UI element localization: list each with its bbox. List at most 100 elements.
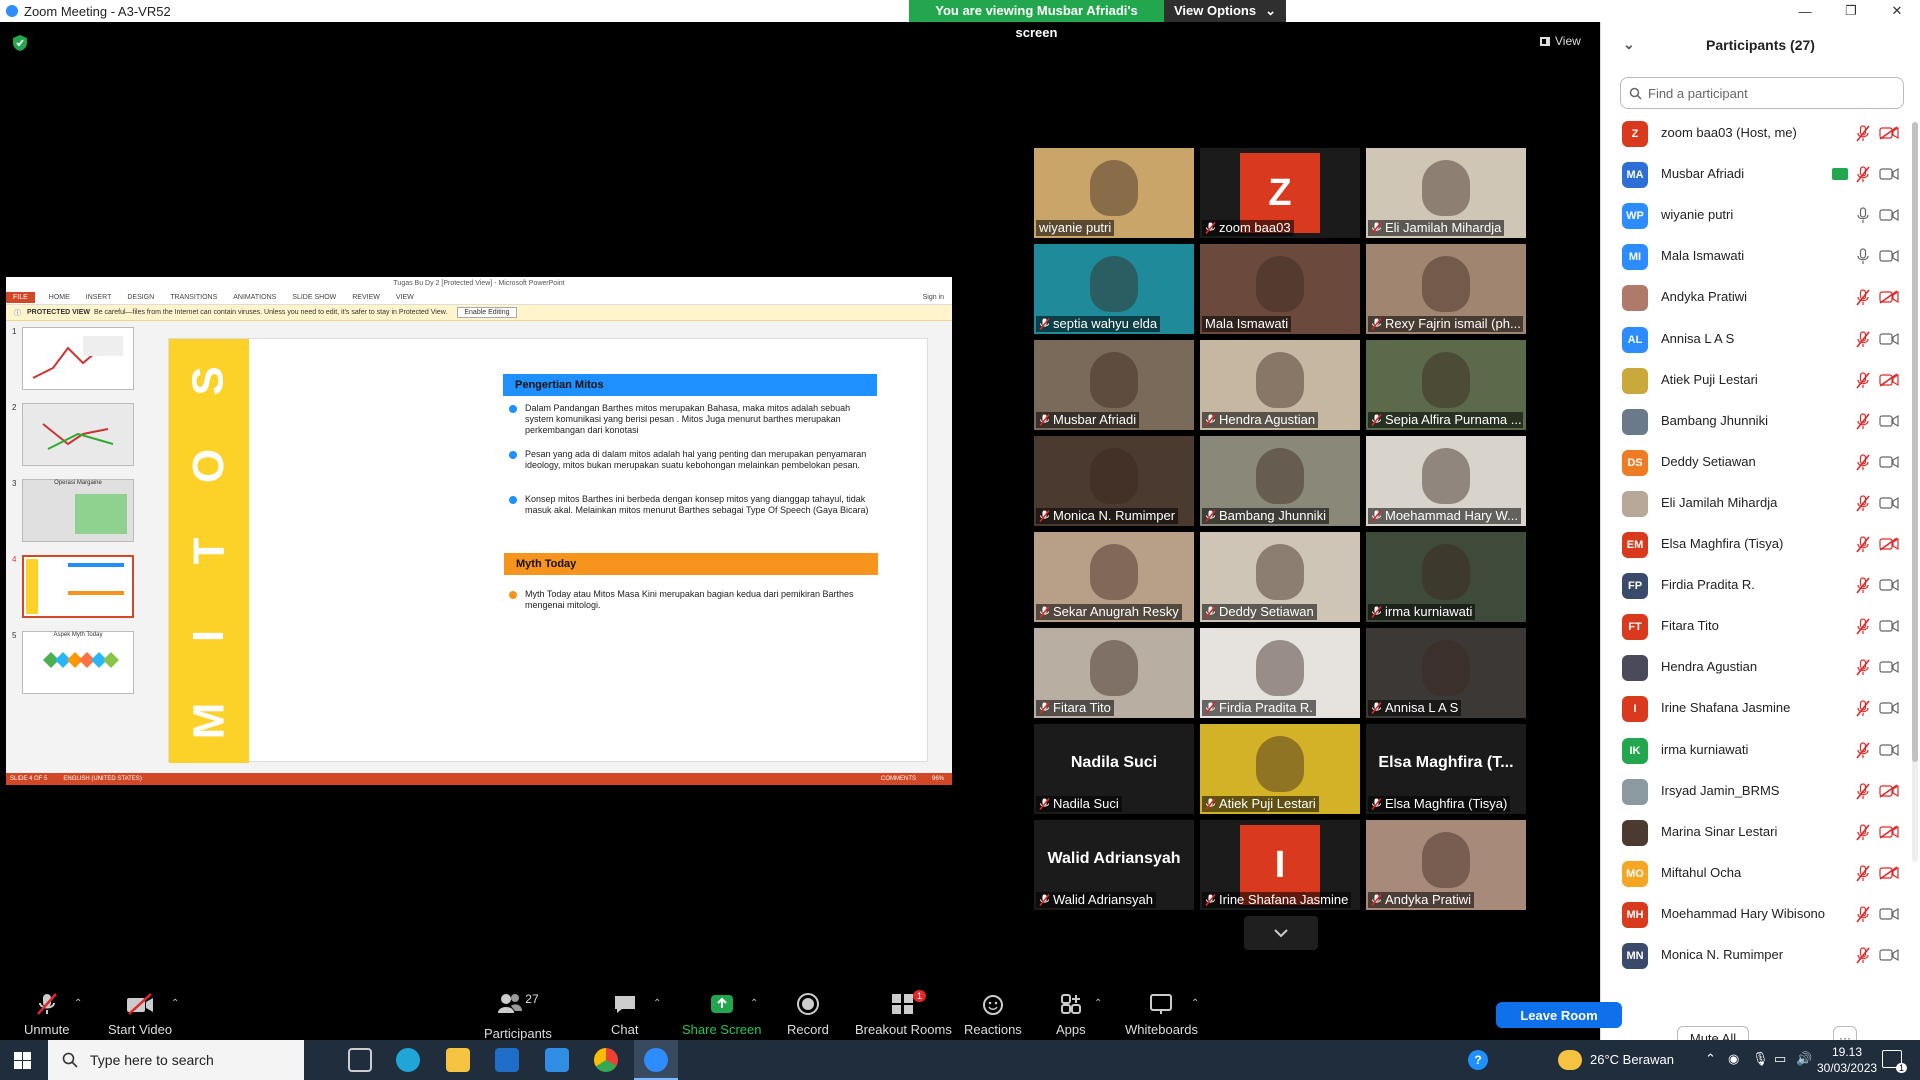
- reactions-button[interactable]: Reactions: [964, 992, 1022, 1037]
- mic-muted-icon[interactable]: [1855, 865, 1871, 882]
- volume-icon[interactable]: 🔊: [1796, 1051, 1812, 1067]
- mic-muted-icon[interactable]: [1855, 618, 1871, 635]
- video-tile[interactable]: Rexy Fajrin ismail (ph...: [1366, 244, 1526, 334]
- participant-row[interactable]: FP Firdia Pradita R.: [1601, 565, 1911, 606]
- mail-icon[interactable]: [545, 1048, 569, 1072]
- zoom-tray-icon[interactable]: ◉: [1728, 1051, 1739, 1067]
- video-icon[interactable]: [1879, 496, 1899, 510]
- mic-muted-icon[interactable]: [1855, 782, 1871, 800]
- scrollbar-thumb[interactable]: [1912, 122, 1918, 762]
- participant-row[interactable]: Irsyad Jamin_BRMS: [1601, 771, 1911, 812]
- video-tile[interactable]: Andyka Pratiwi: [1366, 820, 1526, 910]
- breakout-rooms-button[interactable]: Breakout Rooms 1: [855, 990, 952, 1037]
- video-icon[interactable]: [1879, 414, 1899, 428]
- whiteboard-options-caret[interactable]: ⌃: [1191, 998, 1199, 1009]
- video-tile[interactable]: Fitara Tito: [1034, 628, 1194, 718]
- participant-row[interactable]: Marina Sinar Lestari: [1601, 812, 1911, 853]
- taskbar-clock[interactable]: 19.13 30/03/2023: [1817, 1044, 1877, 1076]
- participant-row[interactable]: FT Fitara Tito: [1601, 606, 1911, 647]
- mic-muted-icon[interactable]: [1855, 413, 1871, 430]
- mic-muted-icon[interactable]: [1855, 289, 1871, 306]
- gallery-scroll-down-button[interactable]: [1244, 916, 1318, 950]
- ms-store-icon[interactable]: [495, 1048, 519, 1072]
- mic-muted-icon[interactable]: [1855, 906, 1871, 923]
- video-icon[interactable]: [1879, 208, 1899, 222]
- participant-search[interactable]: Find a participant: [1620, 77, 1904, 109]
- video-tile[interactable]: Nadila Suci Nadila Suci: [1034, 724, 1194, 814]
- unmute-button[interactable]: Unmute: [24, 992, 70, 1037]
- mic-icon[interactable]: [1855, 248, 1871, 265]
- video-tile[interactable]: Eli Jamilah Mihardja: [1366, 148, 1526, 238]
- chrome-icon[interactable]: [594, 1048, 618, 1072]
- mic-muted-icon[interactable]: [1855, 454, 1871, 471]
- encryption-shield-icon[interactable]: [12, 34, 28, 52]
- participant-row[interactable]: I Irine Shafana Jasmine: [1601, 688, 1911, 729]
- chat-button[interactable]: Chat: [611, 992, 638, 1037]
- windows-start-icon[interactable]: [14, 1052, 31, 1069]
- video-tile[interactable]: Elsa Maghfira (T... Elsa Maghfira (Tisya): [1366, 724, 1526, 814]
- minimize-icon[interactable]: —: [1782, 0, 1828, 22]
- mic-muted-icon[interactable]: [1855, 125, 1871, 142]
- video-icon[interactable]: [1879, 167, 1899, 181]
- video-icon[interactable]: [1879, 578, 1899, 592]
- participant-row[interactable]: MN Monica N. Rumimper: [1601, 935, 1911, 976]
- apps-button[interactable]: Apps: [1056, 992, 1086, 1037]
- participant-row[interactable]: Bambang Jhunniki: [1601, 401, 1911, 442]
- mic-muted-icon[interactable]: [1855, 330, 1871, 348]
- audio-options-caret[interactable]: ⌃: [74, 998, 82, 1009]
- microphone-tray-icon[interactable]: 🎙: [1752, 1051, 1769, 1067]
- mic-icon[interactable]: [1855, 207, 1871, 224]
- participant-row[interactable]: MA Musbar Afriadi: [1601, 154, 1911, 195]
- video-tile[interactable]: Zzoom baa03: [1200, 148, 1360, 238]
- restore-icon[interactable]: ❐: [1828, 0, 1874, 22]
- video-off-icon[interactable]: [1879, 783, 1899, 798]
- tray-chevron-icon[interactable]: ⌃: [1705, 1051, 1716, 1067]
- video-tile[interactable]: Firdia Pradita R.: [1200, 628, 1360, 718]
- chat-options-caret[interactable]: ⌃: [653, 998, 661, 1009]
- participant-row[interactable]: MI Mala Ismawati: [1601, 236, 1911, 277]
- leave-room-button[interactable]: Leave Room: [1496, 1002, 1622, 1028]
- video-tile[interactable]: Deddy Setiawan: [1200, 532, 1360, 622]
- video-off-icon[interactable]: [1879, 537, 1899, 551]
- video-icon[interactable]: [1879, 249, 1899, 263]
- video-icon[interactable]: [1879, 701, 1899, 715]
- record-button[interactable]: Record: [787, 992, 829, 1037]
- mic-muted-icon[interactable]: [1855, 495, 1871, 512]
- participant-row[interactable]: WP wiyanie putri: [1601, 195, 1911, 236]
- video-tile[interactable]: Mala Ismawati: [1200, 244, 1360, 334]
- video-tile[interactable]: Musbar Afriadi: [1034, 340, 1194, 430]
- participant-row[interactable]: Hendra Agustian: [1601, 647, 1911, 688]
- mic-muted-icon[interactable]: [1855, 741, 1871, 759]
- mic-muted-icon[interactable]: [1855, 166, 1871, 183]
- notifications-icon[interactable]: 1: [1882, 1050, 1907, 1073]
- mic-muted-icon[interactable]: [1855, 371, 1871, 389]
- help-icon[interactable]: ?: [1468, 1050, 1488, 1070]
- weather-text[interactable]: 26°C Berawan: [1590, 1052, 1674, 1067]
- video-tile[interactable]: Hendra Agustian: [1200, 340, 1360, 430]
- mic-muted-icon[interactable]: [1855, 577, 1871, 594]
- mic-muted-icon[interactable]: [1855, 536, 1871, 553]
- video-tile[interactable]: wiyanie putri: [1034, 148, 1194, 238]
- edge-browser-icon[interactable]: [396, 1048, 420, 1072]
- mic-muted-icon[interactable]: [1855, 659, 1871, 676]
- participants-button[interactable]: 27 Participants: [484, 992, 552, 1041]
- close-icon[interactable]: ✕: [1874, 0, 1920, 22]
- video-tile[interactable]: Sepia Alfira Purnama ...: [1366, 340, 1526, 430]
- video-off-icon[interactable]: [1879, 825, 1899, 839]
- video-tile[interactable]: Sekar Anugrah Resky: [1034, 532, 1194, 622]
- zoom-taskbar-item[interactable]: [634, 1040, 678, 1080]
- task-view-icon[interactable]: [348, 1048, 372, 1072]
- video-icon[interactable]: [1879, 455, 1899, 469]
- video-icon[interactable]: [1879, 743, 1899, 757]
- participant-row[interactable]: Zzoom baa03 (Host, me): [1601, 113, 1911, 154]
- video-off-icon[interactable]: [1879, 290, 1899, 305]
- participant-row[interactable]: MH Moehammad Hary Wibisono: [1601, 894, 1911, 935]
- video-icon[interactable]: [1879, 619, 1899, 633]
- video-tile[interactable]: Bambang Jhunniki: [1200, 436, 1360, 526]
- video-icon[interactable]: [1879, 660, 1899, 674]
- participant-row[interactable]: IK irma kurniawati: [1601, 730, 1911, 771]
- mic-muted-icon[interactable]: [1855, 947, 1871, 964]
- taskbar-search[interactable]: Type here to search: [48, 1040, 304, 1080]
- video-icon[interactable]: [1879, 948, 1899, 962]
- network-icon[interactable]: ▭: [1774, 1051, 1786, 1067]
